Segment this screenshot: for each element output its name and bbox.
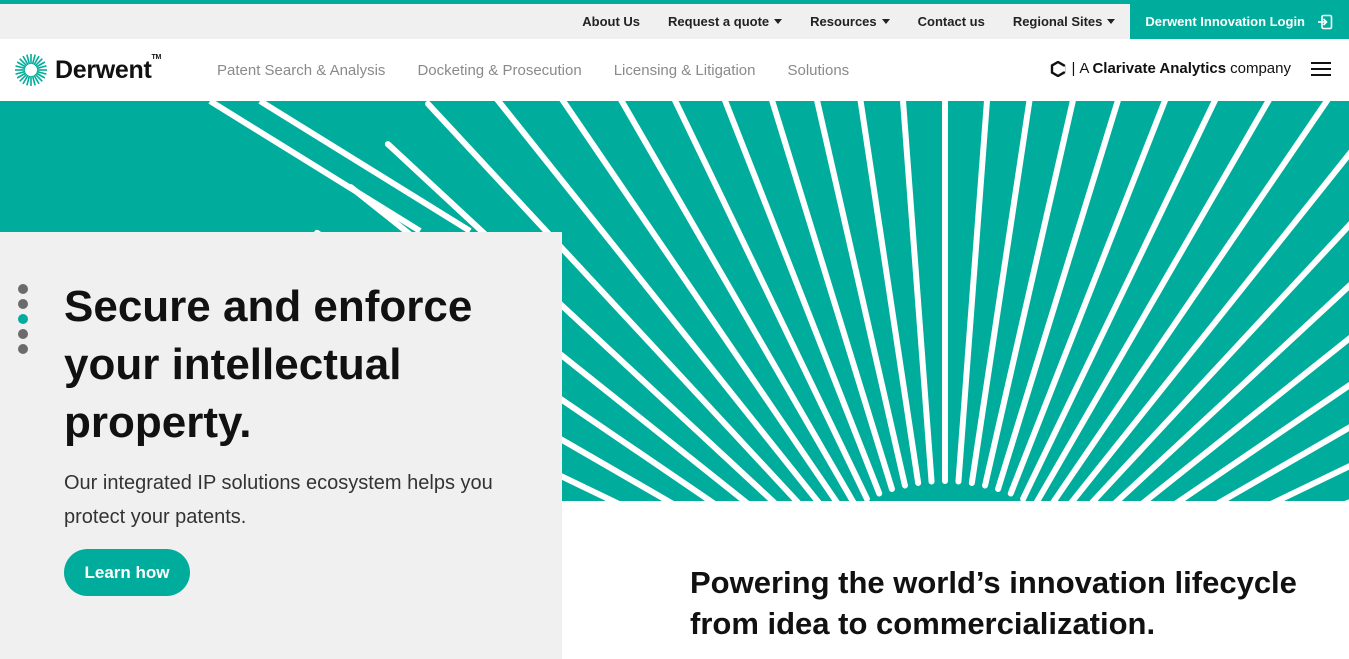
sunburst-ray — [982, 101, 1076, 489]
utility-nav: About Us Request a quote Resources Conta… — [568, 4, 1349, 39]
utility-regional-sites[interactable]: Regional Sites — [999, 4, 1130, 39]
caret-down-icon — [881, 19, 890, 24]
derwent-logo[interactable]: DerwentTM — [14, 53, 161, 87]
utility-about-us[interactable]: About Us — [568, 4, 654, 39]
hamburger-menu-icon[interactable] — [1311, 62, 1331, 78]
decor-diagonal-line — [208, 101, 422, 234]
nav-docketing-prosecution[interactable]: Docketing & Prosecution — [401, 62, 597, 79]
utility-resources[interactable]: Resources — [796, 4, 903, 39]
main-header: DerwentTM Patent Search & Analysis Docke… — [0, 39, 1349, 101]
sign-in-icon — [1318, 14, 1333, 29]
utility-contact-us[interactable]: Contact us — [904, 4, 999, 39]
hero-card: Secure and enforce your intellectual pro… — [0, 232, 562, 659]
carousel-dot-2[interactable] — [18, 299, 28, 309]
clarivate-separator: | — [1071, 60, 1076, 77]
sunburst-ray — [814, 101, 908, 489]
clarivate-company-link[interactable]: | A Clarivate Analytics company — [1050, 60, 1291, 77]
main-nav: Patent Search & Analysis Docketing & Pro… — [201, 39, 865, 101]
caret-down-icon — [774, 19, 783, 24]
carousel-dot-5[interactable] — [18, 344, 28, 354]
tagline-heading: Powering the world’s innovation lifecycl… — [690, 565, 1297, 641]
hero-subtitle: Our integrated IP solutions ecosystem he… — [64, 472, 493, 528]
clarivate-suffix: company — [1230, 60, 1291, 77]
clarivate-prefix: A — [1079, 60, 1090, 77]
hero-title: Secure and enforce your intellectual pro… — [64, 282, 473, 447]
login-button-label: Derwent Innovation Login — [1145, 14, 1305, 29]
caret-down-icon — [1107, 19, 1116, 24]
utility-request-quote[interactable]: Request a quote — [654, 4, 796, 39]
nav-licensing-litigation[interactable]: Licensing & Litigation — [598, 62, 772, 79]
utility-about-us-label: About Us — [582, 14, 641, 29]
nav-solutions[interactable]: Solutions — [771, 62, 865, 79]
carousel-dot-4[interactable] — [18, 329, 28, 339]
logo-text: DerwentTM — [55, 53, 162, 84]
utility-resources-label: Resources — [810, 14, 877, 29]
carousel-dots — [18, 284, 28, 359]
learn-how-button[interactable]: Learn how — [64, 549, 190, 596]
carousel-dot-1[interactable] — [18, 284, 28, 294]
sunburst-ray — [1050, 101, 1331, 501]
utility-bar: About Us Request a quote Resources Conta… — [0, 4, 1349, 39]
decor-diagonal-line — [258, 101, 472, 234]
derwent-sunburst-logo-icon — [15, 54, 47, 86]
clarivate-name: Clarivate Analytics — [1092, 60, 1227, 77]
utility-regional-sites-label: Regional Sites — [1012, 14, 1103, 29]
carousel-dot-3[interactable] — [18, 314, 28, 324]
sunburst-ray — [1089, 221, 1349, 501]
nav-patent-search-analysis[interactable]: Patent Search & Analysis — [201, 62, 401, 79]
clarivate-logo-icon — [1050, 60, 1065, 77]
utility-request-quote-label: Request a quote — [668, 14, 770, 29]
derwent-innovation-login-button[interactable]: Derwent Innovation Login — [1130, 4, 1349, 39]
utility-contact-us-label: Contact us — [917, 14, 985, 29]
